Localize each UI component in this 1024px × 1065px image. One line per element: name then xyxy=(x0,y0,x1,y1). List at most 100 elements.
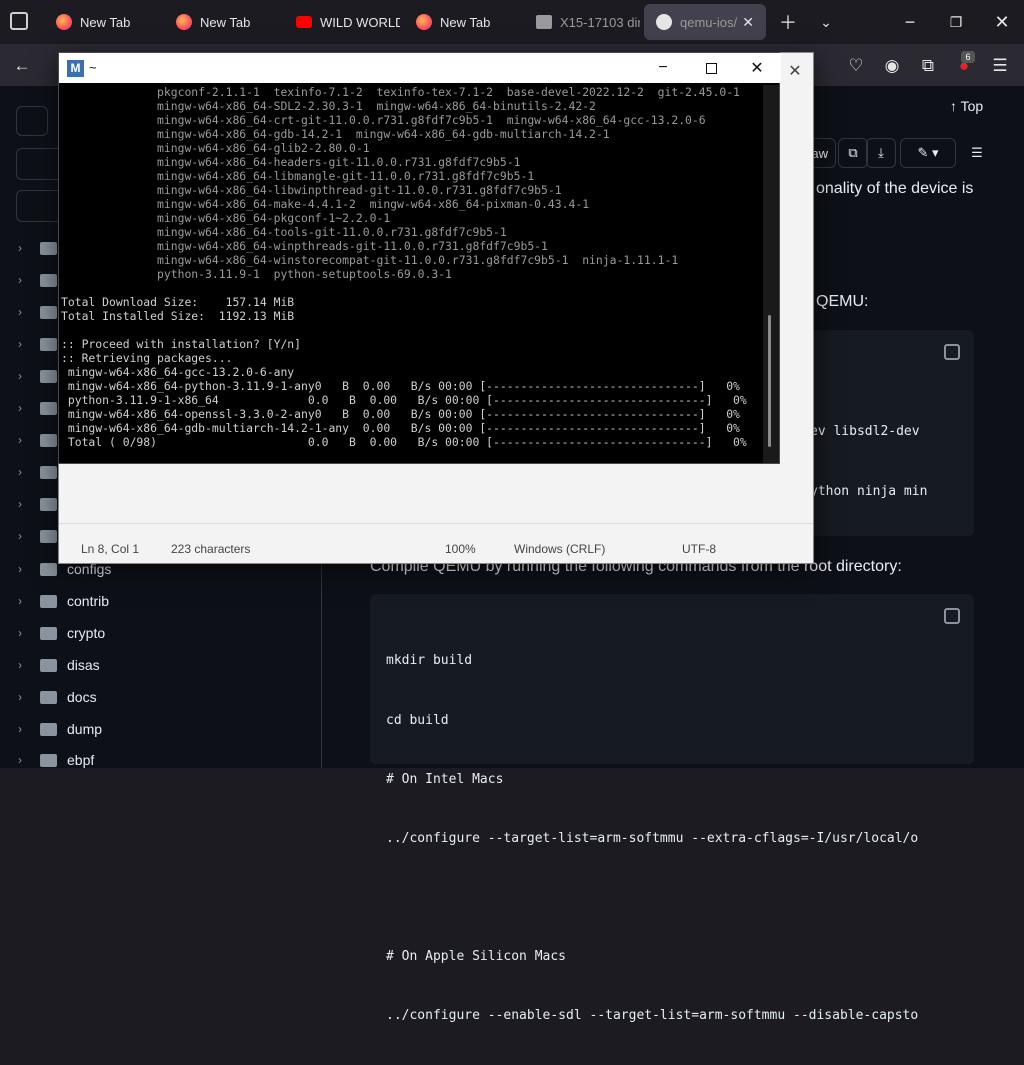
terminal-title-bar: M ~ − ✕ xyxy=(59,53,781,83)
folder-icon xyxy=(40,626,57,640)
terminal-window: M ~ − ✕ pkgconf-2.1.1-1 texinfo-7.1-2 te… xyxy=(58,52,781,464)
terminal-line: mingw-w64-x86_64-libwinpthread-git-11.0.… xyxy=(61,183,562,197)
zoom-level[interactable]: 100% xyxy=(445,542,476,556)
outline-icon[interactable]: ☰ xyxy=(962,138,992,168)
terminal-line: Total ( 0/98) 0.0 B 0.00 B/s 00:00 [----… xyxy=(61,435,747,449)
back-arrow-icon[interactable]: ← xyxy=(8,52,36,80)
tab-label: New Tab xyxy=(80,14,131,30)
copy-icon[interactable] xyxy=(944,608,960,624)
folder-icon xyxy=(40,562,57,576)
terminal-minimize-button[interactable]: − xyxy=(651,56,675,80)
pocket-icon[interactable]: ♡ xyxy=(842,52,870,80)
code-content: mkdir build cd build # On Intel Macs ../… xyxy=(386,612,918,1065)
browser-tab-bar: New Tab New Tab WILD WORLD New Tab X15-1… xyxy=(0,0,1024,44)
tree-row-dump[interactable]: › dump xyxy=(18,713,318,745)
terminal-line: mingw-w64-x86_64-gdb-multiarch-14.2-1-an… xyxy=(61,421,740,435)
terminal-line: pkgconf-2.1.1-1 texinfo-7.1-2 texinfo-te… xyxy=(61,85,740,99)
menu-icon[interactable]: ☰ xyxy=(986,52,1014,80)
terminal-line: mingw-w64-x86_64-gdb-14.2-1 mingw-w64-x8… xyxy=(61,127,610,141)
download-icon[interactable]: ⤓ xyxy=(866,138,896,168)
firefox-icon xyxy=(176,14,192,30)
terminal-line: python-3.11.9-1 python-setuptools-69.0.3… xyxy=(61,267,452,281)
readme-text-qemu: QEMU: xyxy=(816,293,869,310)
tab-list-icon[interactable] xyxy=(10,12,28,30)
tab-qemu-ios[interactable]: qemu-ios/R ✕ xyxy=(644,4,766,40)
terminal-line: mingw-w64-x86_64-crt-git-11.0.0.r731.g8f… xyxy=(61,113,706,127)
terminal-line: mingw-w64-x86_64-winstorecompat-git-11.0… xyxy=(61,253,679,267)
notepad-status-bar: Ln 8, Col 1 223 characters 100% Windows … xyxy=(59,533,813,563)
firefox-icon xyxy=(56,14,72,30)
terminal-line: mingw-w64-x86_64-pkgconf-1~2.2.0-1 xyxy=(61,211,391,225)
terminal-scrollbar[interactable] xyxy=(763,85,779,463)
tree-row-ebpf[interactable]: › ebpf xyxy=(18,744,318,776)
terminal-line: python-3.11.9-1-x86_64 0.0 B 0.00 B/s 00… xyxy=(61,393,747,407)
terminal-line: :: Retrieving packages... xyxy=(61,351,233,365)
code-block-1: ev libsdl2-dev ython ninja min xyxy=(800,330,974,536)
tab-label: New Tab xyxy=(200,14,251,30)
terminal-line: mingw-w64-x86_64-glib2-2.80.0-1 xyxy=(61,141,370,155)
tab-x15-17103[interactable]: X15-17103 dire xyxy=(524,4,640,40)
archive-icon xyxy=(536,15,552,29)
close-tab-icon[interactable]: ✕ xyxy=(742,14,754,31)
terminal-line: mingw-w64-x86_64-python-3.11.9-1-any0 B … xyxy=(61,379,740,393)
terminal-line: mingw-w64-x86_64-make-4.4.1-2 mingw-w64-… xyxy=(61,197,590,211)
folder-icon xyxy=(40,658,57,672)
line-endings[interactable]: Windows (CRLF) xyxy=(514,542,605,556)
minimize-browser-button[interactable]: − xyxy=(890,8,930,36)
notepad-close-icon[interactable]: ✕ xyxy=(783,59,807,83)
code-line: ython ninja min xyxy=(810,484,928,499)
youtube-icon xyxy=(296,16,312,28)
code-line: # On Intel Macs xyxy=(386,771,504,787)
terminal-maximize-button[interactable] xyxy=(699,56,723,80)
tab-label: New Tab xyxy=(440,14,491,30)
account-icon[interactable]: ◉ xyxy=(878,52,906,80)
terminal-line: mingw-w64-x86_64-winpthreads-git-11.0.0.… xyxy=(61,239,548,253)
tab-new-tab-1[interactable]: New Tab xyxy=(44,4,160,40)
folder-icon xyxy=(40,690,57,704)
top-link[interactable]: ↑ Top xyxy=(950,98,983,114)
msys2-icon: M xyxy=(67,60,84,77)
restore-browser-button[interactable]: ❐ xyxy=(936,8,976,36)
tab-label: qemu-ios/R xyxy=(680,14,738,30)
encoding[interactable]: UTF-8 xyxy=(682,542,716,556)
terminal-close-button[interactable]: ✕ xyxy=(745,56,769,80)
terminal-line: mingw-w64-x86_64-openssl-3.3.0-2-any0 B … xyxy=(61,407,740,421)
terminal-line: :: Proceed with installation? [Y/n] xyxy=(61,337,302,351)
tree-row-crypto[interactable]: › crypto xyxy=(18,617,318,649)
tab-new-tab-3[interactable]: New Tab xyxy=(404,4,520,40)
edit-dropdown-button[interactable]: ✎ ▾ xyxy=(900,138,956,168)
terminal-line: mingw-w64-x86_64-gcc-13.2.0-6-any xyxy=(61,365,295,379)
folder-icon xyxy=(40,594,57,608)
tab-new-tab-2[interactable]: New Tab xyxy=(164,4,280,40)
tab-label: WILD WORLD xyxy=(320,14,400,30)
tree-row-label: contrib xyxy=(67,593,110,609)
terminal-title: ~ xyxy=(89,60,97,75)
terminal-line: mingw-w64-x86_64-tools-git-11.0.0.r731.g… xyxy=(61,225,507,239)
code-line: # On Apple Silicon Macs xyxy=(386,948,567,964)
code-line: mkdir build xyxy=(386,653,473,669)
copy-icon[interactable] xyxy=(944,344,960,360)
tree-row-label: docs xyxy=(67,689,97,705)
close-browser-button[interactable]: ✕ xyxy=(982,8,1022,36)
tab-wild-world[interactable]: WILD WORLD xyxy=(284,4,400,40)
tree-row-contrib[interactable]: › contrib xyxy=(18,585,318,617)
new-tab-button[interactable]: ＋ xyxy=(768,8,808,36)
tree-row-disas[interactable]: › disas xyxy=(18,649,318,681)
terminal-output[interactable]: pkgconf-2.1.1-1 texinfo-7.1-2 texinfo-te… xyxy=(61,85,761,463)
tab-overflow-chevron-icon[interactable]: ⌄ xyxy=(806,8,846,36)
github-icon xyxy=(656,14,672,30)
collapse-sidebar-icon[interactable] xyxy=(16,106,48,136)
tree-row-label: ebpf xyxy=(67,752,95,768)
code-block-2: mkdir build cd build # On Intel Macs ../… xyxy=(370,594,974,1023)
extensions-icon[interactable]: ⧉ xyxy=(914,52,942,80)
terminal-scroll-thumb[interactable] xyxy=(768,315,771,447)
code-line: cd build xyxy=(386,712,449,728)
copy-raw-icon[interactable]: ⧉ xyxy=(838,138,868,168)
cursor-position: Ln 8, Col 1 xyxy=(81,542,140,556)
extension-badge: 6 xyxy=(961,51,975,63)
terminal-line: Total Installed Size: 1192.13 MiB xyxy=(61,309,295,323)
tree-row-docs[interactable]: › docs xyxy=(18,681,318,713)
